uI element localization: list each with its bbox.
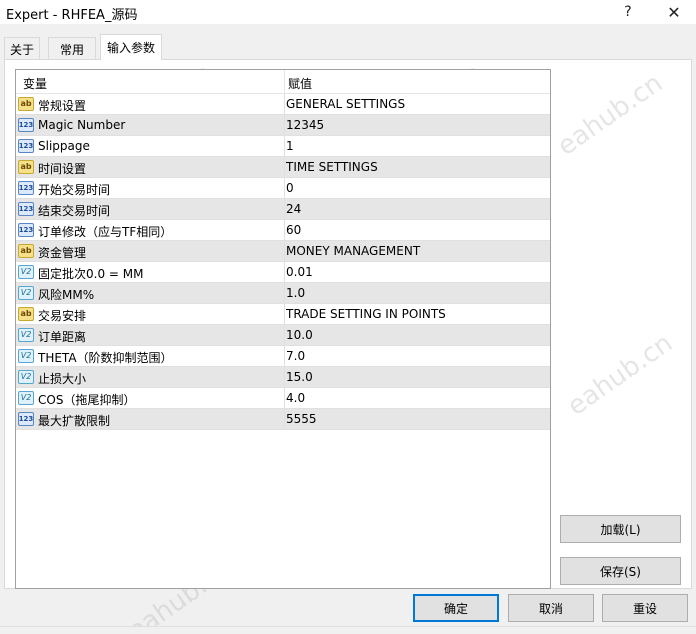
parameter-name: Slippage	[38, 139, 90, 153]
parameter-value[interactable]: 0	[286, 181, 294, 195]
column-divider	[284, 241, 285, 262]
column-divider	[284, 157, 285, 178]
parameter-value[interactable]: 24	[286, 202, 301, 216]
int-icon: 123	[18, 202, 34, 216]
parameter-name: 常规设置	[38, 99, 87, 113]
ab-icon: ab	[18, 97, 34, 111]
table-row[interactable]: V2 COS（拖尾抑制） 4.0	[16, 388, 550, 409]
column-divider	[284, 199, 285, 220]
column-divider	[284, 136, 285, 157]
parameter-name: THETA（阶数抑制范围）	[38, 351, 173, 365]
window-title: Expert - RHFEA_源码	[6, 8, 138, 23]
column-divider	[284, 94, 285, 115]
table-row[interactable]: V2 固定批次0.0 = MM 0.01	[16, 262, 550, 283]
column-divider	[284, 367, 285, 388]
parameter-value[interactable]: GENERAL SETTINGS	[286, 97, 405, 111]
parameter-value[interactable]: MONEY MANAGEMENT	[286, 244, 420, 258]
column-divider	[284, 388, 285, 409]
tab-bar: 关于 常用 输入参数	[0, 34, 696, 60]
parameter-name: COS（拖尾抑制）	[38, 393, 136, 407]
parameter-value[interactable]: 10.0	[286, 328, 313, 342]
header-value[interactable]: 赋值	[288, 75, 312, 92]
ok-button[interactable]: 确定	[413, 594, 499, 622]
parameter-name: 风险MM%	[38, 288, 95, 302]
column-divider	[284, 220, 285, 241]
column-divider	[284, 178, 285, 199]
parameter-name: 订单修改（应与TF相同）	[38, 225, 173, 239]
column-divider	[284, 262, 285, 283]
tab-about[interactable]: 关于	[4, 37, 40, 60]
parameter-name: 开始交易时间	[38, 183, 111, 197]
parameter-value[interactable]: TIME SETTINGS	[286, 160, 378, 174]
parameter-name: Magic Number	[38, 118, 126, 132]
table-row[interactable]: ab 常规设置 GENERAL SETTINGS	[16, 94, 550, 115]
table-row[interactable]: 123 开始交易时间 0	[16, 178, 550, 199]
tab-common[interactable]: 常用	[48, 37, 96, 60]
column-divider	[284, 283, 285, 304]
grid-header: 变量 赋值	[16, 70, 550, 94]
parameter-value[interactable]: 15.0	[286, 370, 313, 384]
tab-inputs[interactable]: 输入参数	[100, 34, 162, 60]
parameter-name: 固定批次0.0 = MM	[38, 267, 144, 281]
table-row[interactable]: V2 订单距离 10.0	[16, 325, 550, 346]
header-variable[interactable]: 变量	[23, 75, 47, 92]
background-strip	[0, 626, 696, 634]
column-divider	[284, 409, 285, 430]
int-icon: 123	[18, 412, 34, 426]
close-button[interactable]: ✕	[652, 0, 696, 24]
table-row[interactable]: V2 止损大小 15.0	[16, 367, 550, 388]
table-row[interactable]: ab 交易安排 TRADE SETTING IN POINTS	[16, 304, 550, 325]
column-divider	[284, 325, 285, 346]
title-bar: Expert - RHFEA_源码 ? ✕	[0, 0, 696, 24]
parameter-name: 最大扩散限制	[38, 414, 111, 428]
int-icon: 123	[18, 139, 34, 153]
ab-icon: ab	[18, 244, 34, 258]
table-row[interactable]: 123 最大扩散限制 5555	[16, 409, 550, 430]
parameter-value[interactable]: 7.0	[286, 349, 305, 363]
double-icon: V2	[18, 349, 34, 363]
parameter-value[interactable]: 5555	[286, 412, 317, 426]
ab-icon: ab	[18, 160, 34, 174]
parameter-name: 时间设置	[38, 162, 87, 176]
parameter-value[interactable]: 4.0	[286, 391, 305, 405]
table-row[interactable]: ab 资金管理 MONEY MANAGEMENT	[16, 241, 550, 262]
reset-button[interactable]: 重设	[602, 594, 688, 622]
save-button[interactable]: 保存(S)	[560, 557, 681, 585]
help-button[interactable]: ?	[606, 0, 650, 24]
int-icon: 123	[18, 223, 34, 237]
double-icon: V2	[18, 328, 34, 342]
double-icon: V2	[18, 391, 34, 405]
int-icon: 123	[18, 181, 34, 195]
parameter-name: 交易安排	[38, 309, 87, 323]
table-row[interactable]: 123 Slippage 1	[16, 136, 550, 157]
parameter-name: 止损大小	[38, 372, 87, 386]
table-row[interactable]: 123 结束交易时间 24	[16, 199, 550, 220]
header-divider[interactable]	[284, 70, 285, 94]
table-row[interactable]: ab 时间设置 TIME SETTINGS	[16, 157, 550, 178]
parameter-value[interactable]: 0.01	[286, 265, 313, 279]
column-divider	[284, 115, 285, 136]
parameter-value[interactable]: 12345	[286, 118, 324, 132]
parameter-value[interactable]: TRADE SETTING IN POINTS	[286, 307, 446, 321]
ab-icon: ab	[18, 307, 34, 321]
table-row[interactable]: V2 风险MM% 1.0	[16, 283, 550, 304]
parameter-value[interactable]: 60	[286, 223, 301, 237]
column-divider	[284, 304, 285, 325]
double-icon: V2	[18, 286, 34, 300]
table-row[interactable]: 123 订单修改（应与TF相同） 60	[16, 220, 550, 241]
column-divider	[284, 346, 285, 367]
parameters-grid: 变量 赋值 ab 常规设置 GENERAL SETTINGS 123 Magic Num…	[15, 69, 551, 589]
double-icon: V2	[18, 265, 34, 279]
parameter-name: 资金管理	[38, 246, 87, 260]
table-row[interactable]: V2 THETA（阶数抑制范围） 7.0	[16, 346, 550, 367]
load-button[interactable]: 加载(L)	[560, 515, 681, 543]
int-icon: 123	[18, 118, 34, 132]
parameter-value[interactable]: 1.0	[286, 286, 305, 300]
parameter-name: 结束交易时间	[38, 204, 111, 218]
table-row[interactable]: 123 Magic Number 12345	[16, 115, 550, 136]
parameter-name: 订单距离	[38, 330, 87, 344]
cancel-button[interactable]: 取消	[508, 594, 594, 622]
double-icon: V2	[18, 370, 34, 384]
parameter-value[interactable]: 1	[286, 139, 294, 153]
